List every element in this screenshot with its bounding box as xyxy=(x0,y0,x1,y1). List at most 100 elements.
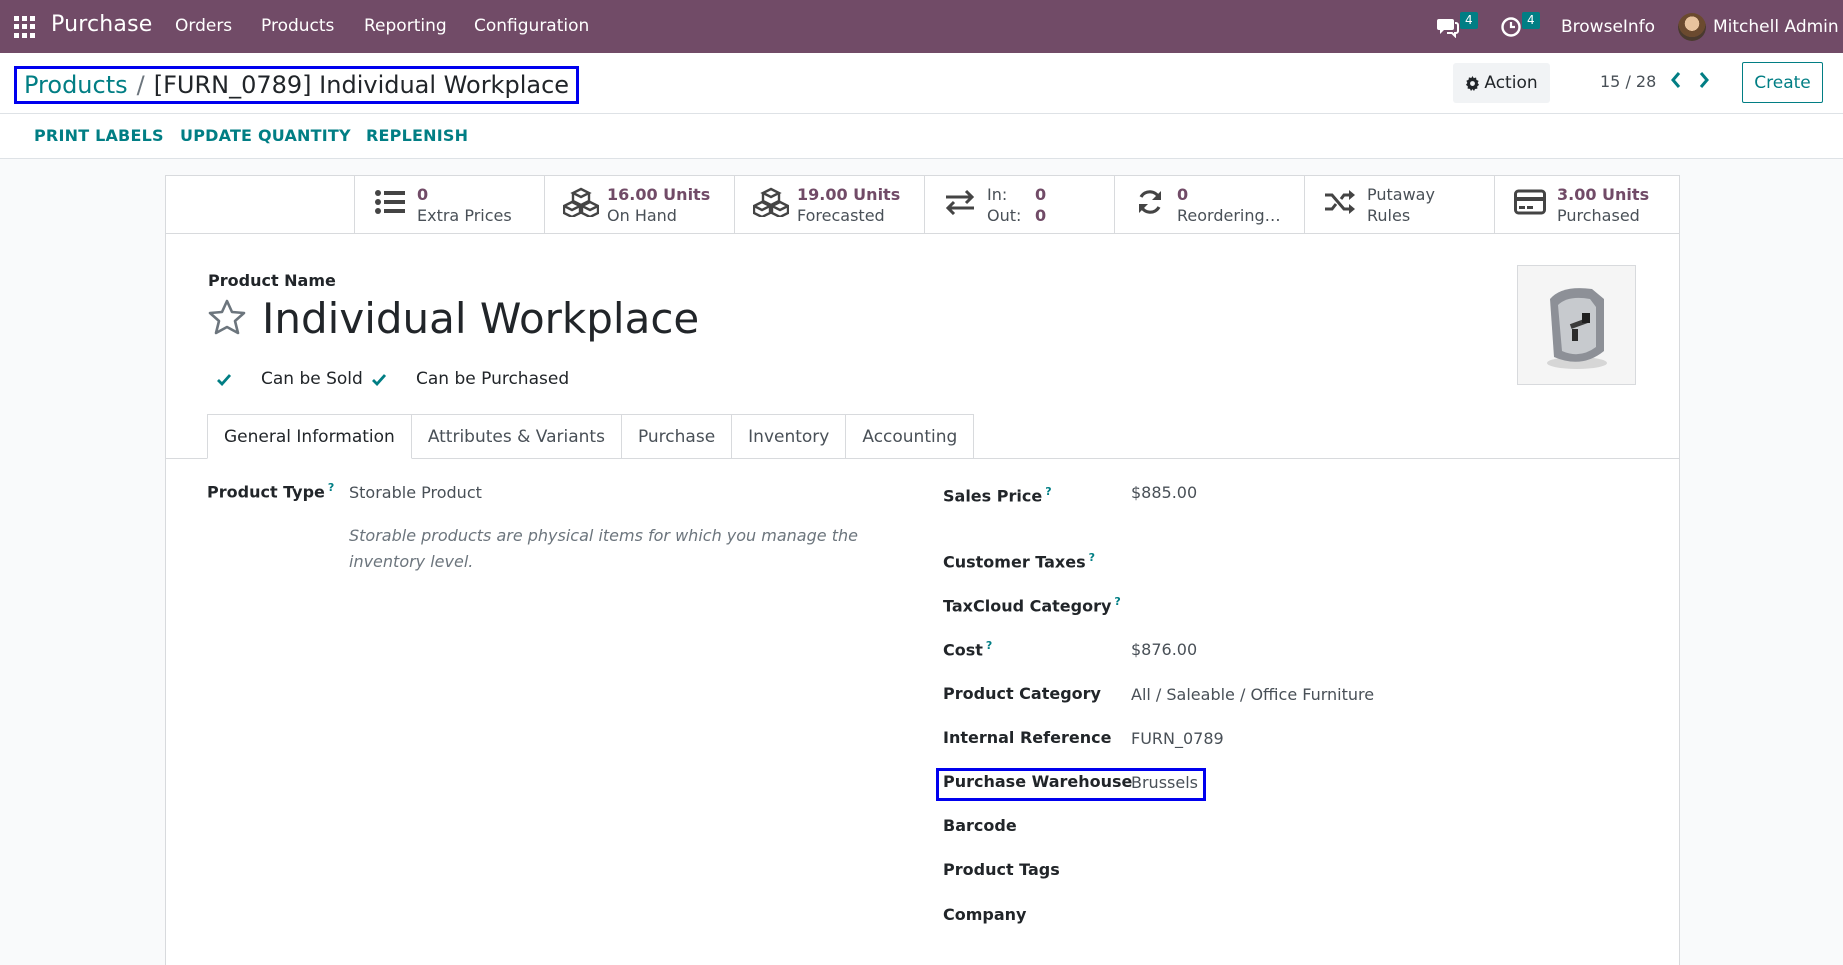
messages-button[interactable]: 4 xyxy=(1436,0,1478,53)
on-hand-button[interactable]: 16.00 Units On Hand xyxy=(544,176,734,234)
clock-icon xyxy=(1501,16,1521,37)
help-tooltip-icon[interactable]: ? xyxy=(986,639,992,652)
cubes-icon xyxy=(751,187,791,224)
out-label: Out: xyxy=(987,206,1022,225)
putaway-label-2: Rules xyxy=(1367,206,1411,225)
smart-button-box: 0 Extra Prices 16.00 Units On Hand 19.00 U… xyxy=(166,176,1679,234)
tab-general-information[interactable]: General Information xyxy=(207,414,412,459)
in-out-button[interactable]: In: 0 Out: 0 xyxy=(924,176,1114,234)
in-value: 0 xyxy=(1035,185,1047,204)
product-type-field[interactable]: Storable Product xyxy=(349,483,482,502)
help-tooltip-icon[interactable]: ? xyxy=(1045,485,1051,498)
tab-attributes-variants[interactable]: Attributes & Variants xyxy=(411,414,622,459)
workplace-image xyxy=(1546,288,1607,369)
in-label: In: xyxy=(987,185,1008,204)
product-tags-label: Product Tags xyxy=(943,860,1060,879)
user-name: Mitchell Admin xyxy=(1713,16,1839,37)
reordering-value: 0 xyxy=(1177,185,1189,204)
putaway-rules-button[interactable]: Putaway Rules xyxy=(1304,176,1494,234)
gear-icon xyxy=(1466,75,1480,91)
help-tooltip-icon[interactable]: ? xyxy=(328,481,334,494)
app-grid-icon[interactable] xyxy=(14,16,36,38)
menu-products[interactable]: Products xyxy=(261,16,334,36)
menu-orders[interactable]: Orders xyxy=(175,16,232,36)
putaway-label-1: Putaway xyxy=(1367,185,1435,204)
product-name-field[interactable]: Individual Workplace xyxy=(262,294,699,343)
can-be-purchased-checkbox[interactable] xyxy=(370,371,388,389)
control-panel: Products / [FURN_0789] Individual Workpl… xyxy=(0,53,1843,114)
pager-value[interactable]: 15 / 28 xyxy=(1600,72,1656,91)
company-label: Company xyxy=(943,905,1027,924)
user-menu[interactable]: Mitchell Admin xyxy=(1678,0,1839,53)
internal-reference-field[interactable]: FURN_0789 xyxy=(1131,729,1224,748)
purchased-label: Purchased xyxy=(1557,206,1640,225)
check-icon xyxy=(217,374,231,386)
reordering-rules-button[interactable]: 0 Reordering… xyxy=(1114,176,1304,234)
print-labels-button[interactable]: PRINT LABELS xyxy=(34,126,164,145)
product-type-label: Product Type? xyxy=(207,481,335,502)
purchase-warehouse-field[interactable]: Brussels xyxy=(1131,773,1198,792)
on-hand-value: 16.00 Units xyxy=(607,185,711,204)
can-be-sold-label[interactable]: Can be Sold xyxy=(261,369,363,389)
purchase-warehouse-label: Purchase Warehouse xyxy=(943,772,1133,791)
messages-badge: 4 xyxy=(1460,12,1478,29)
forecasted-label: Forecasted xyxy=(797,206,885,225)
cubes-icon xyxy=(561,187,601,224)
pager-next-button[interactable] xyxy=(1698,70,1710,94)
check-icon xyxy=(372,374,386,386)
breadcrumb-separator: / xyxy=(136,71,145,99)
menu-configuration[interactable]: Configuration xyxy=(474,16,589,36)
tab-purchase[interactable]: Purchase xyxy=(621,414,733,459)
activities-button[interactable]: 4 xyxy=(1500,0,1540,53)
sales-price-label: Sales Price? xyxy=(943,485,1052,506)
product-category-label: Product Category xyxy=(943,684,1101,703)
menu-reporting[interactable]: Reporting xyxy=(364,16,447,36)
can-be-sold-checkbox[interactable] xyxy=(215,371,233,389)
pager-previous-button[interactable] xyxy=(1670,70,1682,94)
help-tooltip-icon[interactable]: ? xyxy=(1114,595,1120,608)
can-be-purchased-label[interactable]: Can be Purchased xyxy=(416,369,569,389)
taxcloud-category-label: TaxCloud Category? xyxy=(943,595,1121,616)
update-quantity-button[interactable]: UPDATE QUANTITY xyxy=(180,126,351,145)
extra-prices-button[interactable]: 0 Extra Prices xyxy=(354,176,544,234)
product-name-label: Product Name xyxy=(208,271,336,290)
tab-accounting[interactable]: Accounting xyxy=(846,414,975,459)
customer-taxes-label: Customer Taxes? xyxy=(943,551,1096,572)
tab-inventory[interactable]: Inventory xyxy=(732,414,847,459)
on-hand-label: On Hand xyxy=(607,206,677,225)
cost-field[interactable]: $876.00 xyxy=(1131,640,1197,659)
help-tooltip-icon[interactable]: ? xyxy=(1089,551,1095,564)
purchased-value: 3.00 Units xyxy=(1557,185,1650,204)
form-sheet: 0 Extra Prices 16.00 Units On Hand 19.00 U… xyxy=(165,175,1680,965)
breadcrumb-products-link[interactable]: Products xyxy=(24,71,128,99)
chevron-right-icon xyxy=(1699,72,1709,88)
credit-card-icon xyxy=(1513,189,1547,222)
forecasted-button[interactable]: 19.00 Units Forecasted xyxy=(734,176,924,234)
out-value: 0 xyxy=(1035,206,1047,225)
barcode-label: Barcode xyxy=(943,816,1017,835)
product-image[interactable] xyxy=(1517,265,1636,385)
product-type-help: Storable products are physical items for… xyxy=(349,526,858,571)
star-icon[interactable] xyxy=(207,298,247,345)
extra-prices-label: Extra Prices xyxy=(417,206,512,225)
exchange-icon xyxy=(943,189,977,222)
create-button[interactable]: Create xyxy=(1742,62,1823,103)
breadcrumb: Products / [FURN_0789] Individual Workpl… xyxy=(14,66,580,104)
company-switcher[interactable]: BrowseInfo xyxy=(1561,0,1655,53)
breadcrumb-current: [FURN_0789] Individual Workplace xyxy=(153,71,570,99)
avatar xyxy=(1678,12,1706,41)
list-icon xyxy=(373,189,407,222)
app-name[interactable]: Purchase xyxy=(51,12,153,37)
reordering-label: Reordering… xyxy=(1177,206,1281,225)
refresh-icon xyxy=(1133,188,1167,223)
notebook-tabs: General Information Attributes & Variant… xyxy=(207,414,975,459)
sales-price-field[interactable]: $885.00 xyxy=(1131,483,1197,502)
purchased-button[interactable]: 3.00 Units Purchased xyxy=(1494,176,1679,234)
extra-prices-value: 0 xyxy=(417,185,429,204)
comments-icon xyxy=(1437,18,1459,38)
activities-badge: 4 xyxy=(1522,12,1540,29)
form-statusbar: PRINT LABELS UPDATE QUANTITY REPLENISH xyxy=(0,114,1843,159)
replenish-button[interactable]: REPLENISH xyxy=(366,126,468,145)
action-button[interactable]: Action xyxy=(1453,63,1550,103)
product-category-field[interactable]: All / Saleable / Office Furniture xyxy=(1131,685,1374,704)
